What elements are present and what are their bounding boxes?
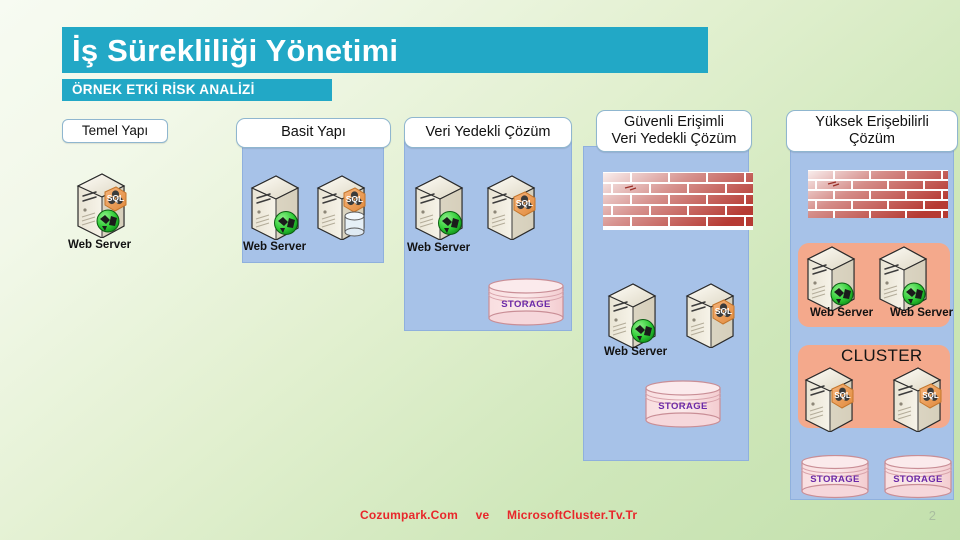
slide-subtitle-band: ÖRNEK ETKİ RİSK ANALİZİ	[62, 79, 332, 101]
node-label-web-server-c5-2: Web Server	[890, 307, 954, 319]
server-icon-sql-c4[interactable]: SQL	[681, 278, 739, 348]
column-header-veri-yedekli-cozum[interactable]: Veri Yedekli Çözüm	[404, 117, 572, 148]
storage-label-c5-1: STORAGE	[810, 474, 860, 485]
column-header-label-line2: Veri Yedekli Çözüm	[611, 131, 737, 147]
storage-icon-c5-2[interactable]: STORAGE	[880, 455, 956, 499]
column-header-basit-yapi[interactable]: Basit Yapı	[236, 118, 391, 148]
storage-label-c5-2: STORAGE	[893, 474, 943, 485]
column-header-guvenli-erisimli[interactable]: Güvenli Erişimli Veri Yedekli Çözüm	[596, 110, 752, 152]
server-icon-web-c4[interactable]	[603, 278, 661, 348]
column-header-label-line2: Çözüm	[849, 131, 895, 147]
firewall-icon-c5[interactable]	[808, 170, 948, 218]
server-icon-sql-web-c1[interactable]: SQL	[72, 168, 130, 238]
column-header-yuksek-erisebilirli[interactable]: Yüksek Erişebilirli Çözüm	[786, 110, 958, 152]
page-title: İş Sürekliliği Yönetimi	[72, 32, 399, 68]
server-icon-web-c2[interactable]	[246, 170, 304, 240]
server-icon-web-c5-2[interactable]	[874, 241, 932, 311]
node-label-web-server-c1: Web Server	[68, 239, 132, 251]
node-label-web-server-c4: Web Server	[604, 346, 668, 358]
svg-text:SQL: SQL	[346, 194, 363, 204]
storage-icon-c5-1[interactable]: STORAGE	[797, 455, 873, 499]
server-icon-web-c5-1[interactable]	[802, 241, 860, 311]
page-number: 2	[928, 508, 936, 523]
server-icon-sql-c3[interactable]: SQL	[482, 170, 540, 240]
node-label-web-server-c3: Web Server	[407, 242, 471, 254]
column-header-label-line1: Yüksek Erişebilirli	[815, 113, 929, 130]
column-header-label-line1: Güvenli Erişimli	[624, 113, 724, 130]
footer-credit: Cozumpark.Com ve MicrosoftCluster.Tv.Tr	[360, 508, 638, 522]
slide-title-band: İş Sürekliliği Yönetimi	[62, 27, 708, 73]
server-icon-sql-db-c2[interactable]: SQL	[312, 170, 370, 240]
page-subtitle: ÖRNEK ETKİ RİSK ANALİZİ	[72, 82, 255, 98]
server-icon-sql-c5-2[interactable]: SQL	[888, 362, 946, 432]
storage-icon-c4[interactable]: STORAGE	[641, 380, 725, 428]
server-icon-sql-c5-1[interactable]: SQL	[800, 362, 858, 432]
svg-text:SQL: SQL	[834, 391, 851, 400]
firewall-icon-c4[interactable]	[603, 172, 753, 230]
slide-canvas: İş Sürekliliği Yönetimi ÖRNEK ETKİ RİSK …	[0, 0, 960, 540]
svg-text:SQL: SQL	[715, 306, 732, 316]
svg-text:SQL: SQL	[922, 391, 939, 400]
column-header-label: Veri Yedekli Çözüm	[425, 123, 551, 140]
column-header-label: Basit Yapı	[281, 124, 346, 141]
storage-label-c3: STORAGE	[501, 299, 551, 310]
storage-label-c4: STORAGE	[658, 401, 708, 412]
node-label-web-server-c2: Web Server	[243, 241, 307, 253]
server-icon-web-c3[interactable]	[410, 170, 468, 240]
column-header-temel-yapi[interactable]: Temel Yapı	[62, 119, 168, 143]
storage-icon-c3[interactable]: STORAGE	[484, 278, 568, 326]
column-header-label: Temel Yapı	[81, 123, 149, 139]
node-label-web-server-c5-1: Web Server	[810, 307, 874, 319]
svg-text:SQL: SQL	[107, 193, 124, 203]
svg-text:SQL: SQL	[516, 198, 533, 208]
